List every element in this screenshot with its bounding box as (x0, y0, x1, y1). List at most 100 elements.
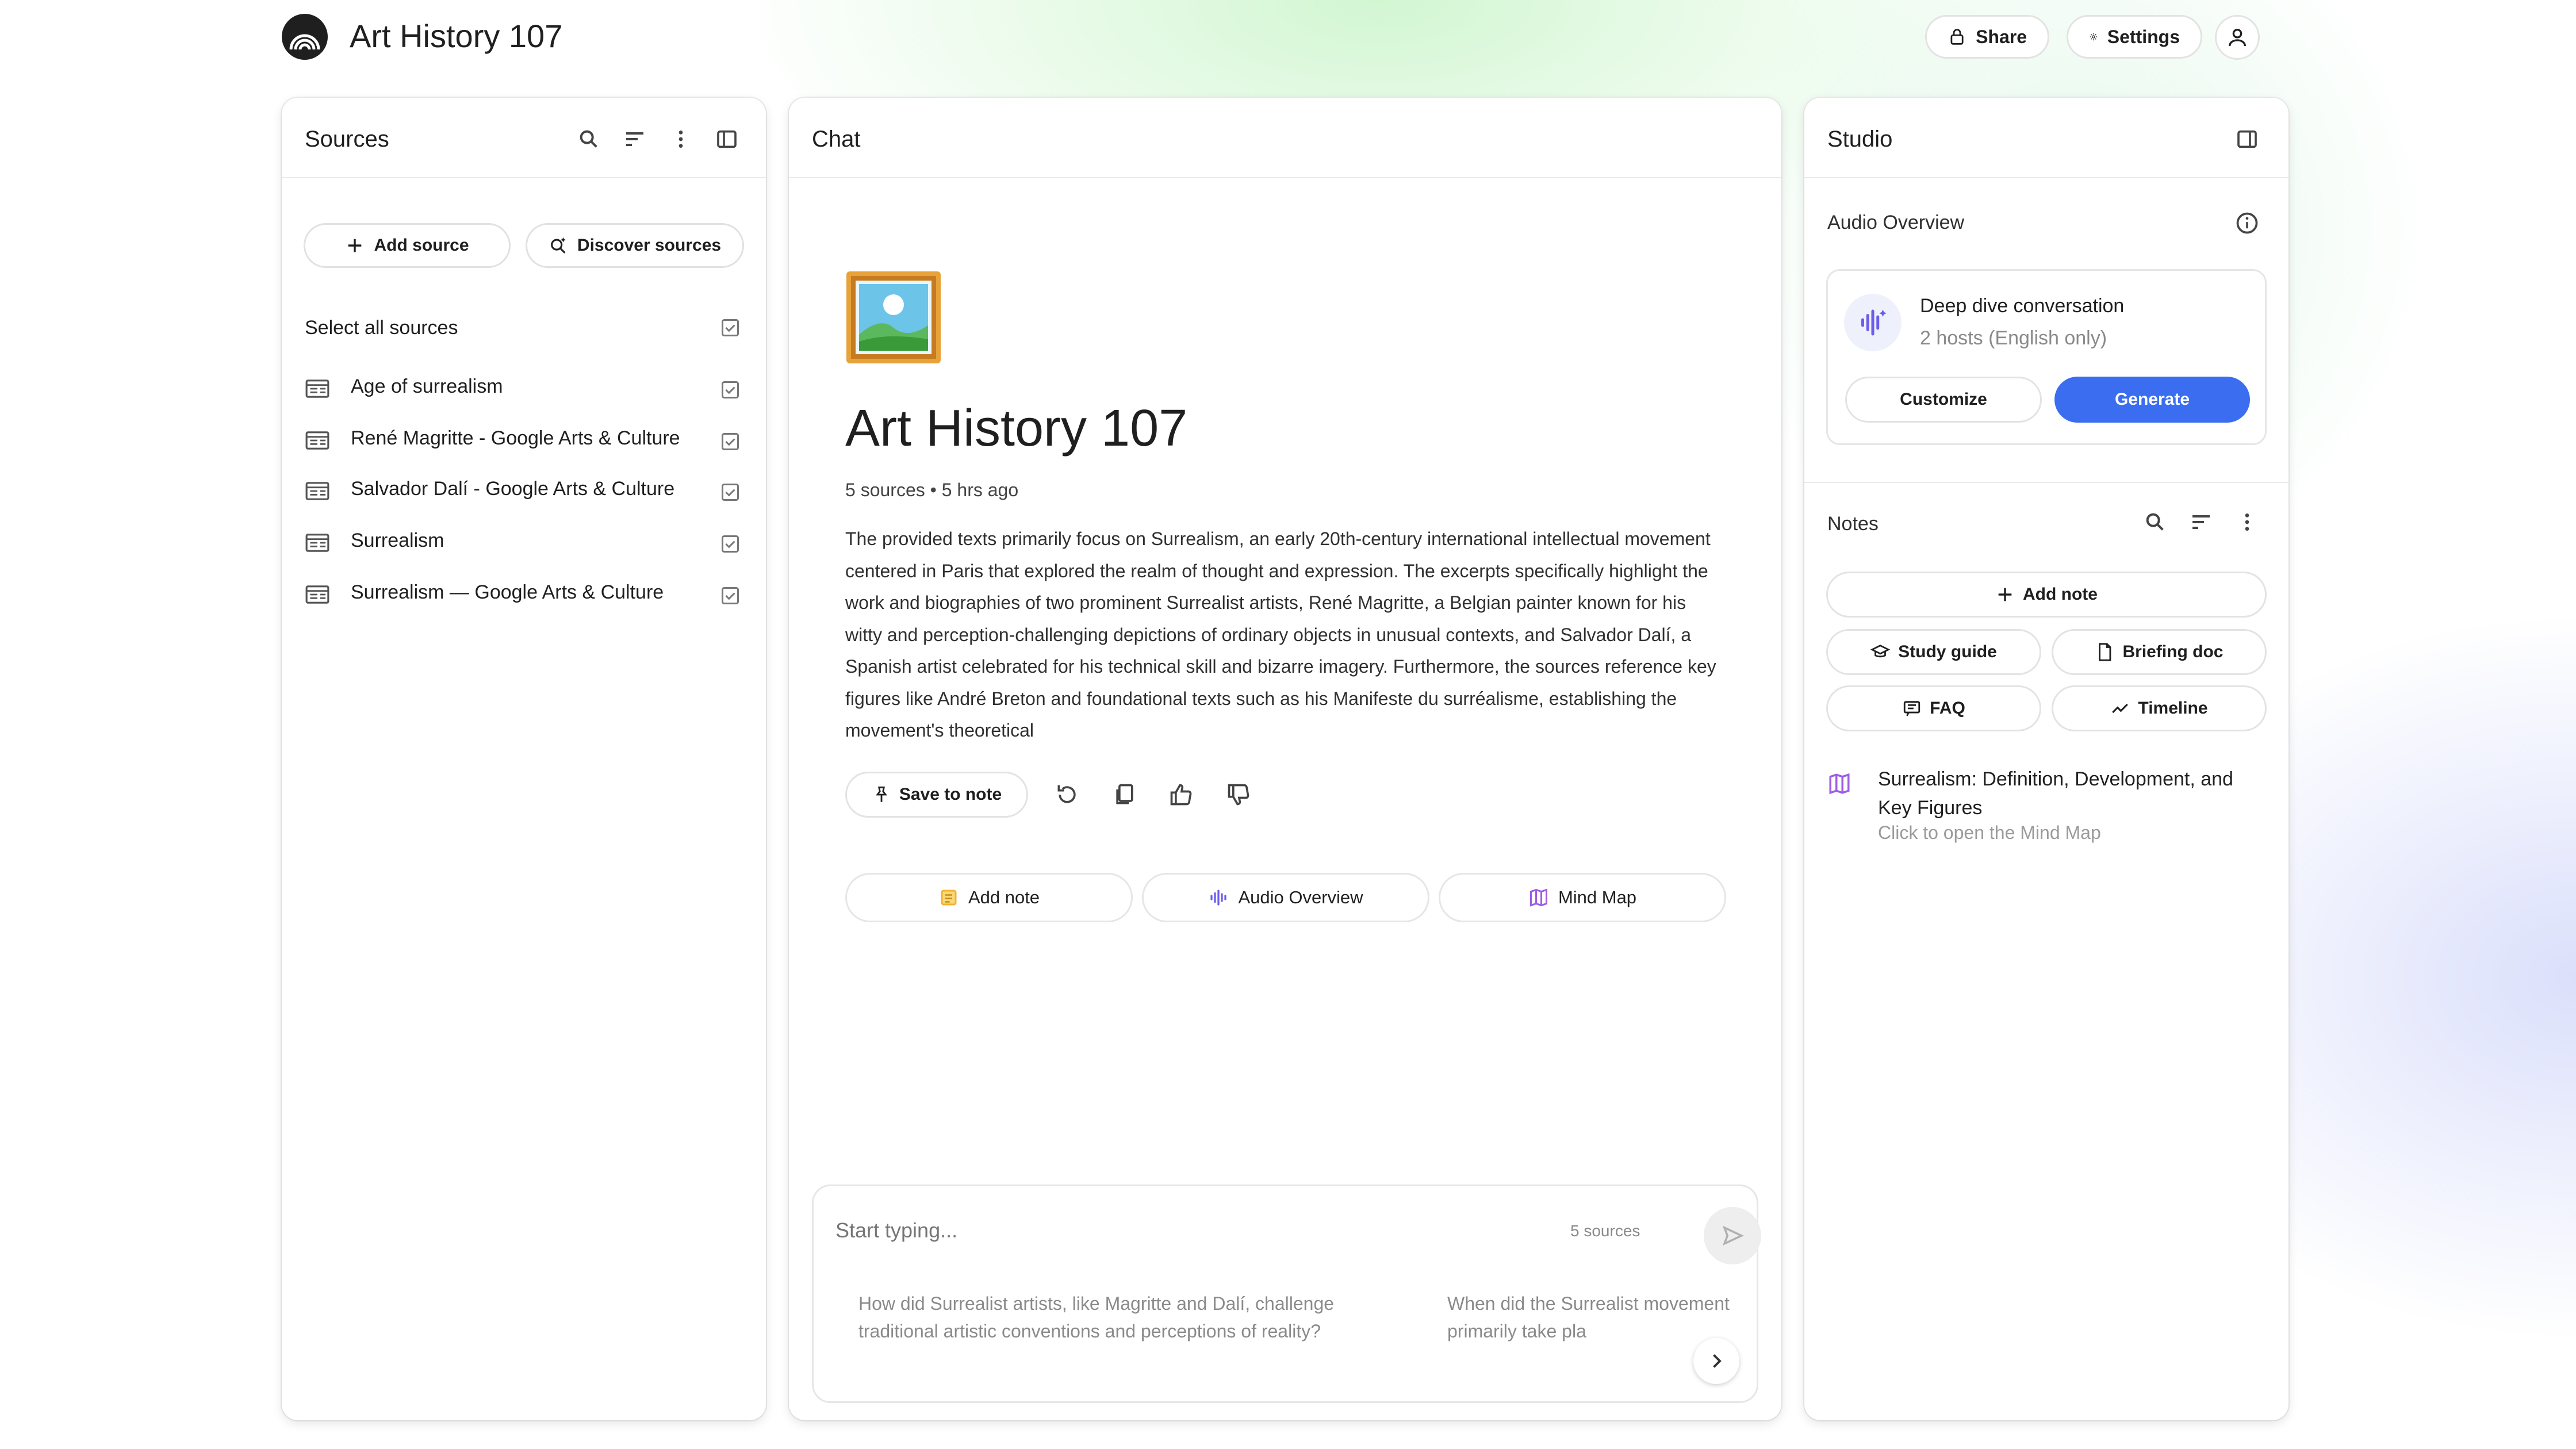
web-source-icon (305, 482, 329, 500)
mind-map-note-title: Surrealism: Definition, Development, and… (1878, 768, 2233, 819)
map-icon (1829, 773, 1850, 795)
audio-card-title: Deep dive conversation (1920, 295, 2125, 317)
generate-button[interactable]: Generate (2054, 377, 2250, 423)
add-note-chip[interactable]: Add note (845, 873, 1133, 922)
add-note-button[interactable]: Add note (1826, 572, 2267, 618)
source-checkbox[interactable] (720, 431, 741, 452)
app-logo-icon[interactable] (282, 14, 328, 60)
audio-card-subtitle: 2 hosts (English only) (1920, 327, 2107, 349)
audio-overview-card: Deep dive conversation 2 hosts (English … (1826, 269, 2267, 445)
mind-map-chip[interactable]: Mind Map (1439, 873, 1726, 922)
send-icon (1722, 1225, 1744, 1246)
settings-button[interactable]: Settings (2067, 15, 2202, 59)
audio-overview-chip-label: Audio Overview (1238, 887, 1363, 907)
source-checkbox[interactable] (720, 585, 741, 606)
suggested-question[interactable]: When did the Surrealist movement primari… (1447, 1290, 1735, 1347)
more-vert-icon[interactable] (666, 124, 696, 154)
chat-header: Chat (789, 98, 1781, 178)
thumbs-up-icon[interactable] (1166, 780, 1196, 810)
sort-icon[interactable] (620, 124, 650, 154)
copy-icon[interactable] (1110, 780, 1140, 810)
info-icon[interactable] (2234, 210, 2260, 236)
web-source-icon (305, 379, 329, 398)
search-icon[interactable] (574, 124, 604, 154)
refresh-icon[interactable] (1052, 780, 1082, 810)
briefing-doc-label: Briefing doc (2122, 642, 2224, 661)
settings-label: Settings (2107, 26, 2180, 47)
next-suggestions-button[interactable] (1693, 1338, 1739, 1384)
faq-icon (1903, 701, 1920, 716)
lock-icon (1950, 29, 1964, 45)
save-to-note-label: Save to note (899, 785, 1002, 804)
select-all-label: Select all sources (305, 317, 458, 339)
audio-wave-icon (1844, 294, 1902, 351)
send-button[interactable] (1704, 1207, 1761, 1264)
suggested-question[interactable]: How did Surrealist artists, like Magritt… (858, 1290, 1393, 1347)
study-guide-button[interactable]: Study guide (1826, 629, 2041, 675)
document-icon (2099, 643, 2111, 661)
source-checkbox[interactable] (720, 534, 741, 554)
source-item-label: Age of surrealism (351, 375, 503, 397)
plus-icon (1998, 588, 2012, 601)
collapse-panel-icon[interactable] (2232, 124, 2262, 154)
chat-panel: Chat Art History 107 5 sources • 5 hrs a… (789, 98, 1781, 1420)
graduation-cap-icon (1870, 645, 1891, 658)
more-vert-icon[interactable] (2232, 507, 2262, 537)
map-icon (1529, 888, 1547, 907)
faq-label: FAQ (1930, 699, 1965, 718)
sources-panel: Sources Add source Discover sources Sele… (282, 98, 766, 1420)
person-icon (2229, 29, 2246, 47)
audio-overview-title: Audio Overview (1827, 212, 1965, 233)
discover-search-icon (551, 237, 566, 254)
add-source-button[interactable]: Add source (304, 223, 511, 268)
notes-title: Notes (1827, 513, 1879, 535)
note-icon (941, 890, 957, 906)
audio-overview-chip[interactable]: Audio Overview (1142, 873, 1429, 922)
select-all-checkbox[interactable] (720, 317, 741, 338)
framed-picture-icon (846, 271, 941, 363)
source-count-label: 5 sources (1570, 1222, 1640, 1240)
share-button[interactable]: Share (1925, 15, 2049, 59)
top-bar: Art History 107 Share Settings (0, 0, 2576, 80)
gear-icon (2090, 33, 2098, 41)
source-item-label: Surrealism (351, 530, 444, 551)
web-source-icon (305, 534, 329, 552)
notebook-heading: Art History 107 (845, 400, 1188, 457)
notebook-summary: The provided texts primarily focus on Su… (845, 528, 1716, 741)
web-source-icon (305, 431, 329, 450)
share-label: Share (1976, 26, 2027, 47)
sources-header: Sources (282, 98, 766, 178)
timeline-button[interactable]: Timeline (2052, 685, 2267, 731)
add-source-label: Add source (374, 236, 469, 255)
source-item-label: René Magritte - Google Arts & Culture (351, 427, 680, 449)
search-icon[interactable] (2140, 507, 2170, 537)
collapse-panel-icon[interactable] (712, 124, 742, 154)
add-note-chip-label: Add note (968, 887, 1040, 907)
studio-header: Studio (1804, 98, 2288, 178)
sources-title: Sources (305, 126, 389, 152)
notebook-title: Art History 107 (350, 18, 563, 54)
source-item-label: Salvador Dalí - Google Arts & Culture (351, 478, 675, 500)
chevron-right-icon (1713, 1354, 1722, 1368)
timeline-label: Timeline (2138, 699, 2208, 718)
chat-input[interactable] (835, 1218, 1525, 1243)
plus-icon (348, 239, 362, 252)
sort-icon[interactable] (2186, 507, 2216, 537)
save-to-note-button[interactable]: Save to note (845, 772, 1028, 818)
add-note-label: Add note (2023, 585, 2098, 604)
discover-sources-button[interactable]: Discover sources (526, 223, 744, 268)
mind-map-note-subtitle: Click to open the Mind Map (1878, 822, 2101, 843)
briefing-doc-button[interactable]: Briefing doc (2052, 629, 2267, 675)
faq-button[interactable]: FAQ (1826, 685, 2041, 731)
section-divider (1804, 482, 2288, 483)
source-checkbox[interactable] (720, 482, 741, 503)
discover-sources-label: Discover sources (577, 236, 722, 255)
customize-button[interactable]: Customize (1845, 377, 2042, 423)
pin-icon (875, 786, 887, 802)
thumbs-down-icon[interactable] (1224, 780, 1254, 810)
account-button[interactable] (2215, 15, 2260, 60)
notebook-meta: 5 sources • 5 hrs ago (845, 480, 1019, 500)
source-item-label: Surrealism — Google Arts & Culture (351, 581, 664, 603)
source-checkbox[interactable] (720, 379, 741, 400)
chat-composer: 5 sources How did Surrealist artists, li… (812, 1184, 1761, 1403)
